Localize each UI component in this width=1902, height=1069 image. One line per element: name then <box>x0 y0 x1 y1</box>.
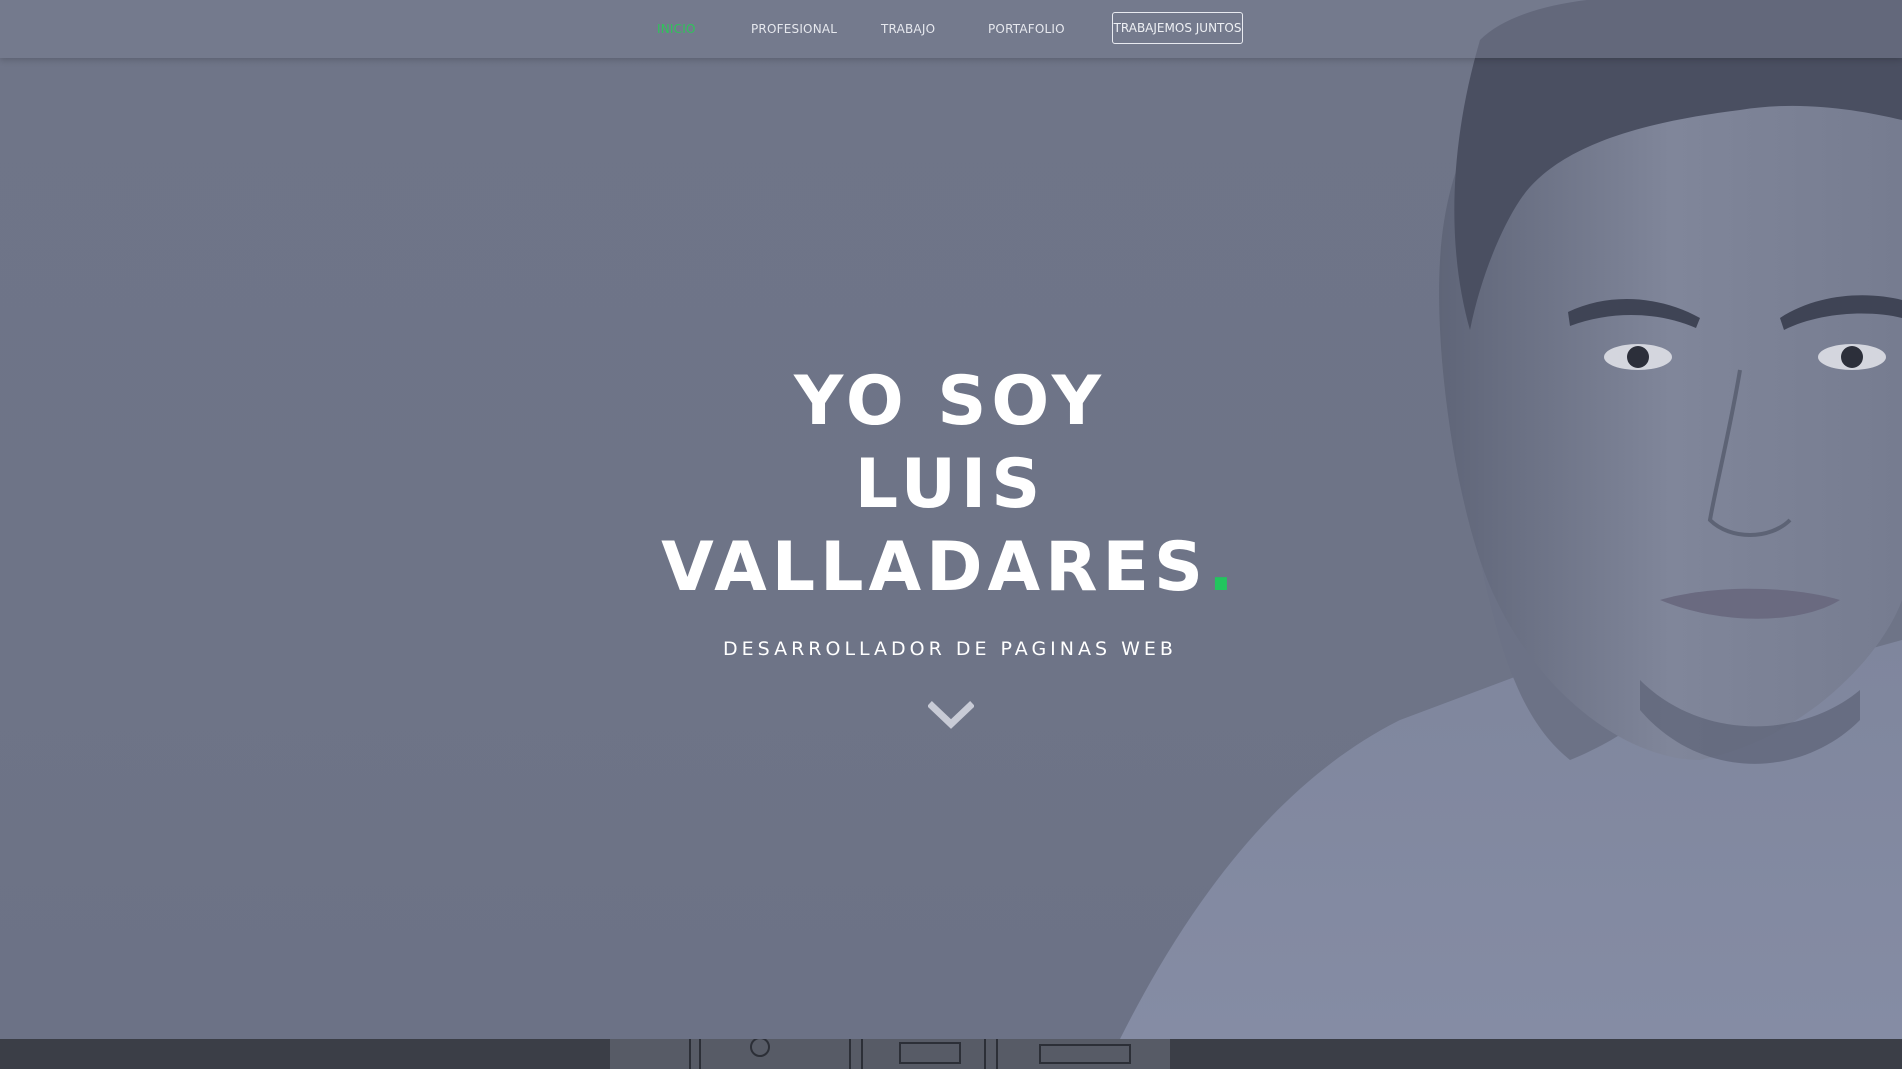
nav-item-trabajo[interactable]: TRABAJO <box>881 22 935 36</box>
next-section-preview <box>0 1039 1902 1069</box>
hero-subtitle: DESARROLLADOR DE PAGINAS WEB <box>723 638 1177 660</box>
nav-item-portafolio[interactable]: PORTAFOLIO <box>988 22 1065 36</box>
headline-line-3: VALLADARES <box>661 528 1208 607</box>
chevron-down-icon[interactable] <box>928 698 974 732</box>
nav-item-inicio[interactable]: INICIO <box>657 22 696 36</box>
top-navbar: INICIO PROFESIONAL TRABAJO PORTAFOLIO TR… <box>0 0 1902 58</box>
trabajemos-juntos-button[interactable]: TRABAJEMOS JUNTOS <box>1112 12 1243 44</box>
headline-line-2: LUIS <box>854 445 1046 524</box>
accent-dot: . <box>1207 528 1239 607</box>
nav-item-profesional[interactable]: PROFESIONAL <box>751 22 837 36</box>
hero-headline: YO SOY LUIS VALLADARES. <box>500 360 1400 609</box>
sketch-illustration <box>0 1039 1902 1069</box>
headline-line-1: YO SOY <box>794 362 1106 441</box>
